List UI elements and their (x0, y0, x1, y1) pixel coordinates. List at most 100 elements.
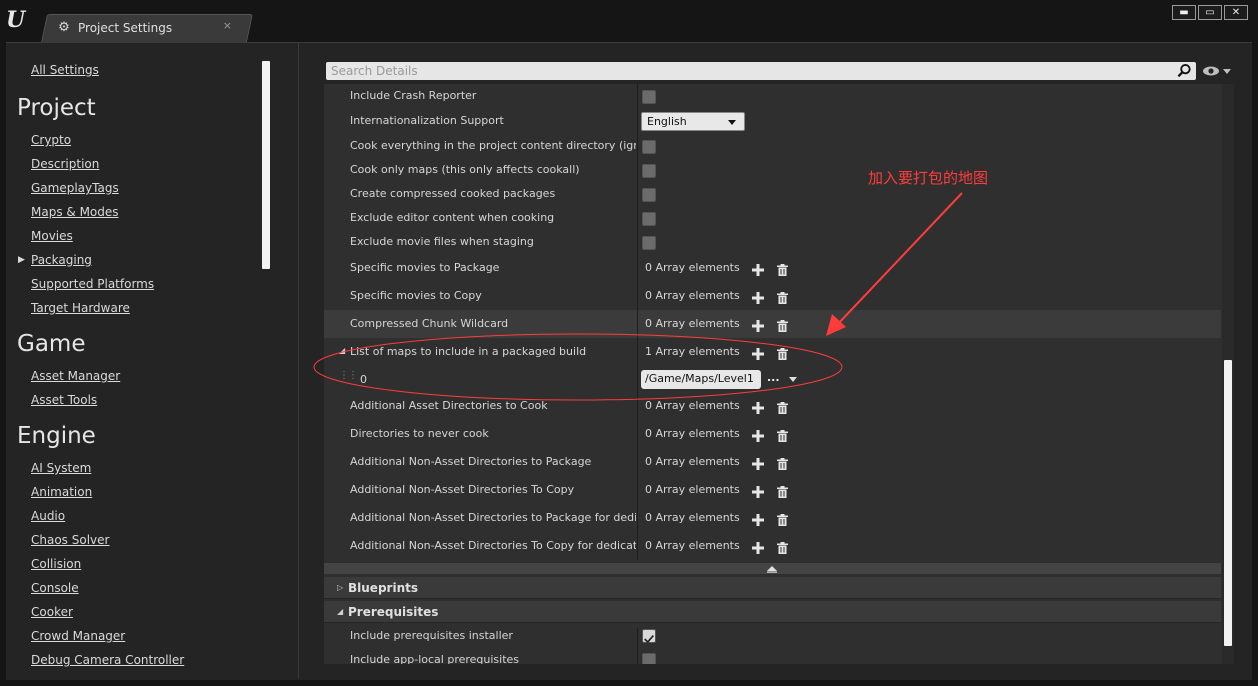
array-count: 0 Array elements (645, 427, 740, 440)
browse-ellipsis-button[interactable]: ... (767, 371, 780, 384)
add-element-plus-icon[interactable] (752, 483, 764, 498)
property-label: Additional Asset Directories to Cook (350, 399, 548, 412)
details-scrollbar[interactable] (1224, 360, 1232, 646)
title-bar: U ⚙ Project Settings × ▬ ▭ ✕ (0, 0, 1258, 42)
remove-all-trash-icon[interactable] (777, 261, 788, 276)
section-prerequisites[interactable]: ◢ Prerequisites (324, 601, 1221, 623)
section-title: Blueprints (348, 581, 418, 595)
property-checkbox[interactable] (642, 653, 656, 664)
array-count: 0 Array elements (645, 399, 740, 412)
property-row: Internationalization Support English (324, 109, 1221, 133)
property-label: Create compressed cooked packages (350, 187, 556, 200)
section-blueprints[interactable]: ▷ Blueprints (324, 577, 1221, 599)
maximize-button[interactable]: ▭ (1198, 5, 1222, 20)
sidebar-item-target-hardware[interactable]: Target Hardware (31, 301, 130, 315)
property-row: Exclude editor content when cooking (324, 206, 1221, 230)
sidebar-item-collision[interactable]: Collision (31, 557, 81, 571)
array-count: 0 Array elements (645, 483, 740, 496)
dropdown-value: English (647, 115, 687, 128)
sidebar-item-all-settings[interactable]: All Settings (31, 63, 99, 77)
remove-all-trash-icon[interactable] (777, 455, 788, 470)
add-element-plus-icon[interactable] (752, 455, 764, 470)
remove-all-trash-icon[interactable] (777, 317, 788, 332)
add-element-plus-icon[interactable] (752, 427, 764, 442)
add-element-plus-icon[interactable] (752, 539, 764, 554)
property-checkbox[interactable] (642, 164, 656, 178)
sidebar-item-supported-platforms[interactable]: Supported Platforms (31, 277, 154, 291)
sidebar-item-audio[interactable]: Audio (31, 509, 65, 523)
tab-project-settings[interactable]: ⚙ Project Settings × (56, 14, 246, 42)
array-index-label: 0 (360, 373, 367, 386)
property-checkbox[interactable] (642, 140, 656, 154)
panel-divider[interactable] (298, 43, 299, 679)
property-label: Cook everything in the project content d… (350, 139, 636, 152)
minimize-button[interactable]: ▬ (1172, 5, 1196, 20)
remove-all-trash-icon[interactable] (777, 427, 788, 442)
sidebar-item-maps-modes[interactable]: Maps & Modes (31, 205, 119, 219)
sidebar-scrollbar[interactable] (262, 61, 270, 269)
property-checkbox[interactable] (642, 212, 656, 226)
property-label: Compressed Chunk Wildcard (350, 317, 509, 330)
chevron-down-icon (728, 120, 736, 125)
add-element-plus-icon[interactable] (752, 261, 764, 276)
collapse-up-icon (767, 566, 777, 573)
collapse-advanced-bar[interactable] (324, 563, 1221, 574)
sidebar-item-description[interactable]: Description (31, 157, 99, 171)
sidebar-item-packaging[interactable]: Packaging (31, 253, 92, 267)
sidebar-item-gameplaytags[interactable]: GameplayTags (31, 181, 119, 195)
sidebar-item-crowd-manager[interactable]: Crowd Manager (31, 629, 125, 643)
selected-arrow-icon: ▶ (18, 255, 25, 265)
add-element-plus-icon[interactable] (752, 511, 764, 526)
tab-close-icon[interactable]: × (223, 19, 232, 32)
search-icon[interactable] (1177, 63, 1192, 78)
close-button[interactable]: ✕ (1224, 5, 1248, 20)
map-asset-field[interactable]: /Game/Maps/Level1 (641, 370, 761, 389)
array-count: 0 Array elements (645, 261, 740, 274)
property-label: List of maps to include in a packaged bu… (350, 345, 587, 358)
property-checkbox[interactable] (642, 188, 656, 202)
sidebar-item-movies[interactable]: Movies (31, 229, 73, 243)
sidebar-item-cooker[interactable]: Cooker (31, 605, 73, 619)
property-row: Directories to never cook 0 Array element… (324, 420, 1221, 448)
sidebar-item-console[interactable]: Console (31, 581, 79, 595)
sidebar-item-debug-camera-controller[interactable]: Debug Camera Controller (31, 653, 184, 667)
property-label: Include prerequisites installer (350, 629, 513, 642)
search-details-input[interactable]: Search Details (326, 62, 1196, 80)
property-checkbox[interactable] (642, 90, 656, 104)
property-row: Specific movies to Package 0 Array elemen… (324, 254, 1221, 282)
add-element-plus-icon[interactable] (752, 345, 764, 360)
collapse-arrow-icon[interactable]: ◢ (339, 346, 345, 355)
expand-arrow-icon: ▷ (337, 583, 344, 592)
property-label: Exclude editor content when cooking (350, 211, 555, 224)
property-row: Additional Non-Asset Directories To Copy… (324, 476, 1221, 504)
property-row: Include app-local prerequisites (324, 648, 1221, 664)
add-element-plus-icon[interactable] (752, 399, 764, 414)
property-checkbox[interactable] (642, 629, 656, 644)
sidebar-item-asset-tools[interactable]: Asset Tools (31, 393, 97, 407)
property-label: Directories to never cook (350, 427, 489, 440)
collapse-arrow-icon: ◢ (337, 607, 344, 616)
remove-all-trash-icon[interactable] (777, 539, 788, 554)
view-options-eye-icon[interactable] (1202, 64, 1232, 78)
column-splitter[interactable] (637, 84, 638, 560)
drag-handle-icon[interactable]: ⋮⋮ (339, 371, 358, 381)
tab-label: Project Settings (78, 21, 173, 35)
sidebar-item-animation[interactable]: Animation (31, 485, 92, 499)
remove-all-trash-icon[interactable] (777, 511, 788, 526)
array-count: 0 Array elements (645, 317, 740, 330)
property-checkbox[interactable] (642, 236, 656, 250)
remove-all-trash-icon[interactable] (777, 483, 788, 498)
sidebar-item-crypto[interactable]: Crypto (31, 133, 71, 147)
property-row: Additional Asset Directories to Cook 0 Ar… (324, 392, 1221, 420)
remove-all-trash-icon[interactable] (777, 399, 788, 414)
sidebar-item-chaos-solver[interactable]: Chaos Solver (31, 533, 109, 547)
remove-all-trash-icon[interactable] (777, 345, 788, 360)
add-element-plus-icon[interactable] (752, 289, 764, 304)
asset-combo-caret-icon[interactable] (789, 377, 797, 382)
add-element-plus-icon[interactable] (752, 317, 764, 332)
section-title: Prerequisites (348, 605, 439, 619)
remove-all-trash-icon[interactable] (777, 289, 788, 304)
internationalization-dropdown[interactable]: English (641, 112, 745, 131)
sidebar-item-asset-manager[interactable]: Asset Manager (31, 369, 120, 383)
sidebar-item-ai-system[interactable]: AI System (31, 461, 91, 475)
